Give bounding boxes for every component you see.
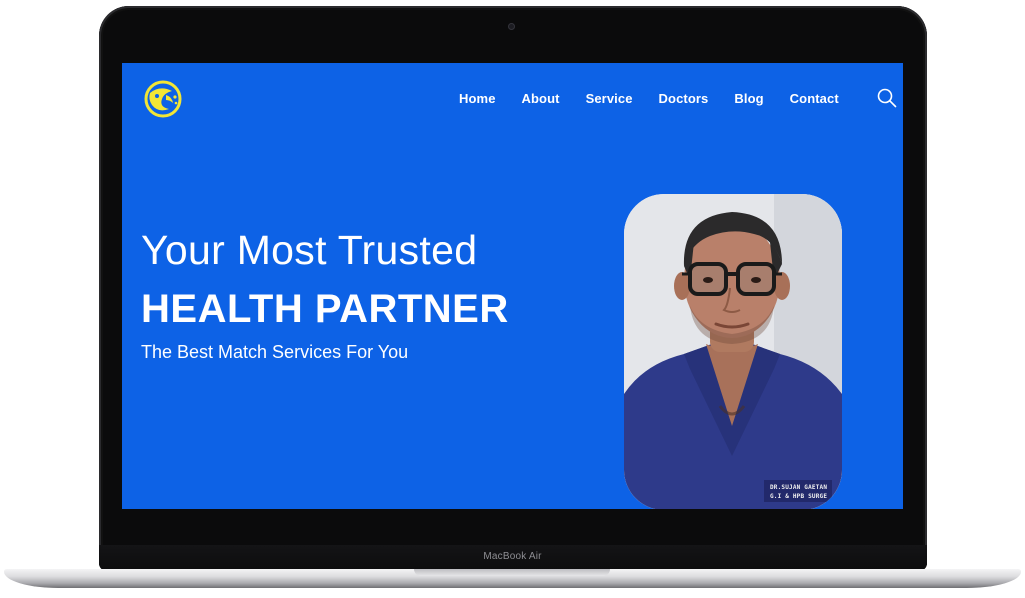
nav-about[interactable]: About xyxy=(522,91,560,106)
device-label: MacBook Air xyxy=(483,551,542,562)
nav-service[interactable]: Service xyxy=(586,91,633,106)
nav-home[interactable]: Home xyxy=(459,91,496,106)
search-icon[interactable] xyxy=(876,87,898,109)
nav-doctors[interactable]: Doctors xyxy=(659,91,709,106)
doctor-photo: DR.SUJAN GAETAN G.I & HPB SURGE xyxy=(624,194,842,509)
main-nav: Home About Service Doctors Blog Contact xyxy=(459,91,839,106)
doctor-specialty-badge: G.I & HPB SURGE xyxy=(770,493,828,500)
health-logo-icon[interactable] xyxy=(142,79,184,119)
doctor-name-badge: DR.SUJAN GAETAN xyxy=(770,484,828,491)
nav-contact[interactable]: Contact xyxy=(790,91,839,106)
laptop-mockup: Home About Service Doctors Blog Contact … xyxy=(0,0,1025,598)
hero-heading-line1: Your Most Trusted xyxy=(141,227,478,273)
nav-blog[interactable]: Blog xyxy=(734,91,763,106)
laptop-hinge-notch xyxy=(414,569,610,576)
hero-subtitle: The Best Match Services For You xyxy=(141,342,409,362)
website-screen: Home About Service Doctors Blog Contact … xyxy=(122,63,903,509)
webcam-icon xyxy=(508,23,515,30)
hero-heading-line2: HEALTH PARTNER xyxy=(141,287,509,331)
